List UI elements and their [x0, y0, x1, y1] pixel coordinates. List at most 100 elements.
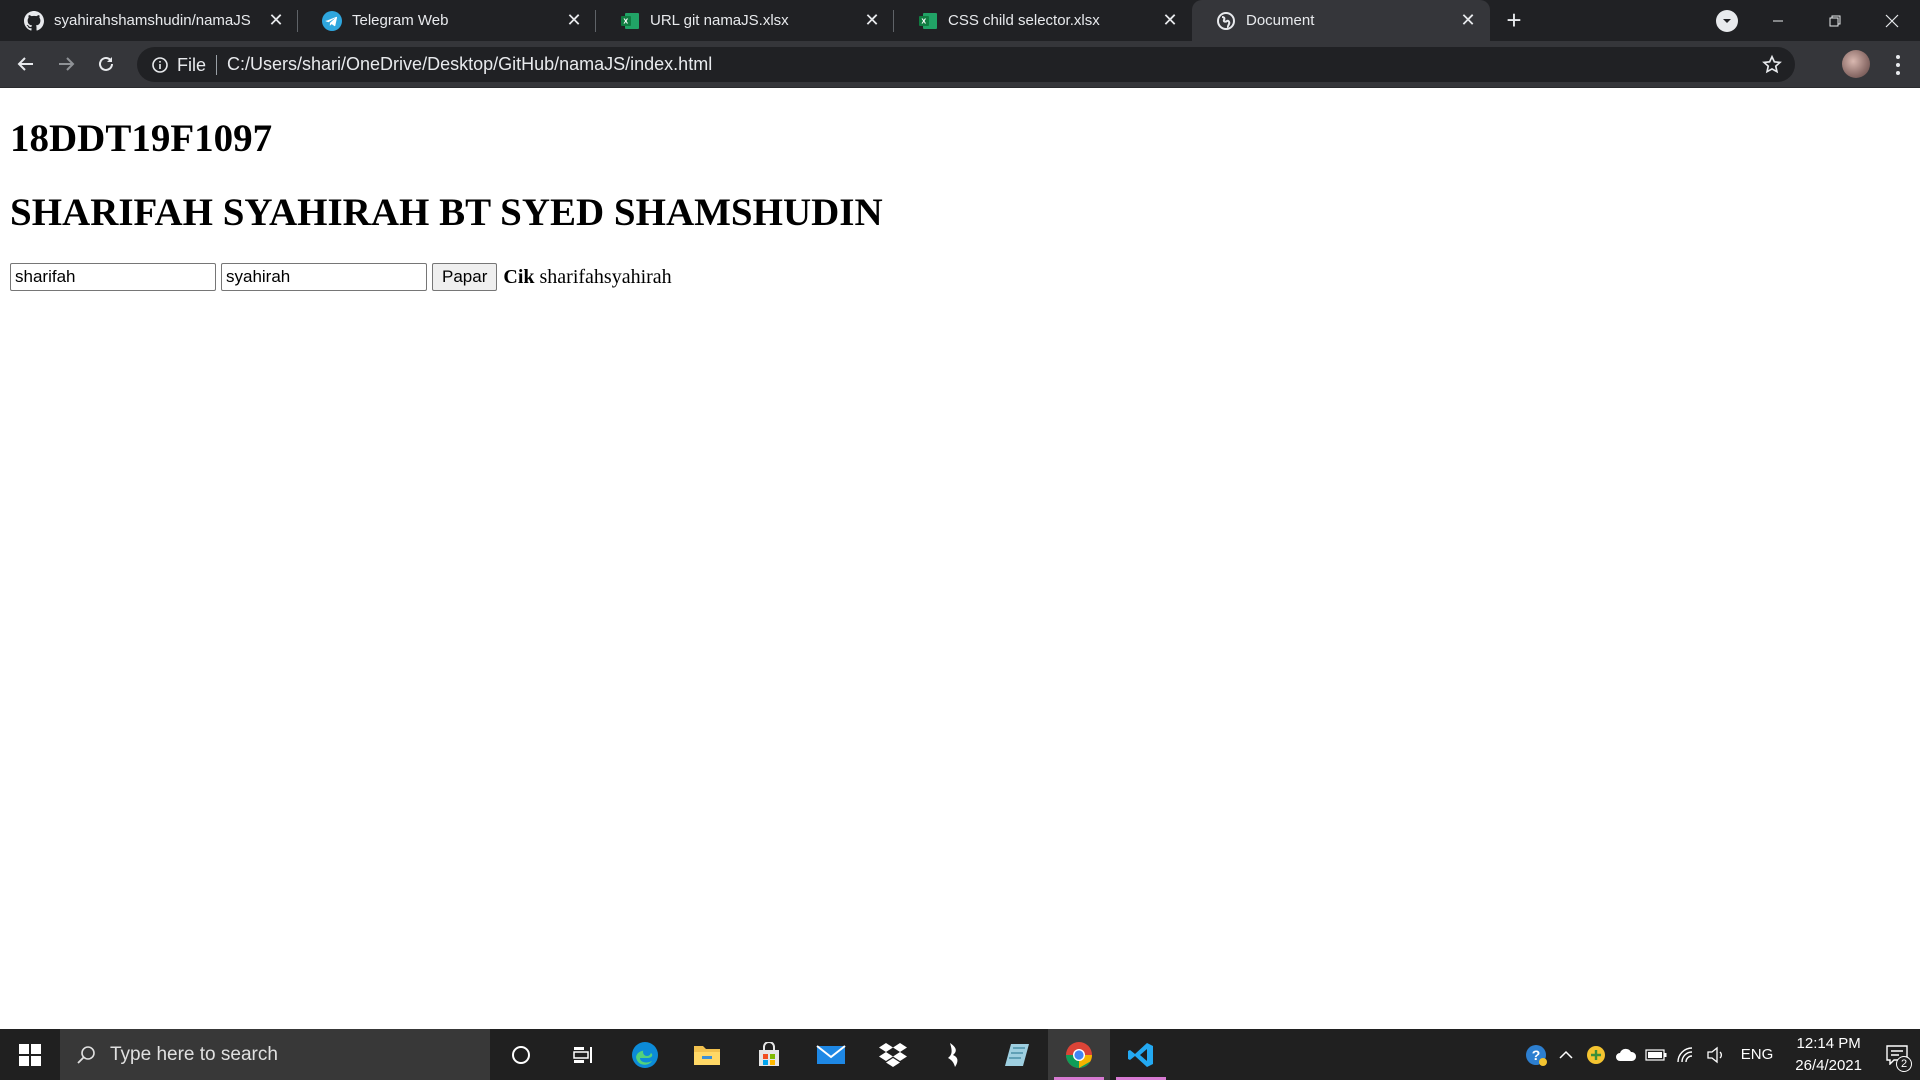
battery-tray-button[interactable] — [1641, 1029, 1671, 1080]
close-icon[interactable]: ✕ — [1458, 10, 1478, 31]
dot — [1896, 71, 1900, 75]
help-tray-button[interactable]: ? — [1521, 1029, 1551, 1080]
clock-date: 26/4/2021 — [1795, 1056, 1862, 1074]
tab-search-button[interactable] — [1716, 10, 1738, 32]
new-tab-button[interactable]: + — [1494, 0, 1534, 41]
close-icon[interactable]: ✕ — [1160, 10, 1180, 31]
store-bag-icon — [759, 1041, 779, 1066]
search-icon — [77, 1045, 95, 1064]
edge-icon — [632, 1041, 658, 1068]
excel-icon — [620, 11, 640, 31]
chrome-app[interactable] — [1048, 1029, 1110, 1080]
clock[interactable]: 12:14 PM 26/4/2021 — [1783, 1033, 1874, 1077]
close-icon — [1885, 14, 1898, 27]
tab-title: CSS child selector.xlsx — [948, 12, 1100, 29]
svg-text:?: ? — [1531, 1047, 1540, 1063]
search-placeholder: Type here to search — [110, 1043, 278, 1065]
globe-icon — [1216, 11, 1236, 31]
dot — [1896, 55, 1900, 59]
window-controls — [1749, 0, 1920, 41]
notepad-icon — [1005, 1043, 1029, 1066]
bookmark-star-icon[interactable] — [1761, 54, 1783, 76]
tab-github[interactable]: syahirahshamshudin/namaJS ✕ — [0, 0, 298, 41]
url-scheme-label: File — [177, 54, 218, 75]
back-arrow-icon — [17, 57, 33, 71]
edge-app[interactable] — [614, 1029, 676, 1080]
back-button[interactable] — [6, 44, 46, 84]
system-tray: ? ENG 12:14 PM 26/4/2021 2 — [1521, 1029, 1920, 1080]
close-icon[interactable]: ✕ — [862, 10, 882, 31]
close-icon[interactable]: ✕ — [564, 10, 584, 31]
telegram-icon — [322, 10, 342, 31]
forward-button[interactable] — [46, 44, 86, 84]
tab-telegram[interactable]: Telegram Web ✕ — [298, 0, 596, 41]
excel-icon — [918, 11, 938, 31]
minimize-button[interactable] — [1749, 0, 1806, 41]
store-app[interactable] — [738, 1029, 800, 1080]
student-name-heading: SHARIFAH SYAHIRAH BT SYED SHAMSHUDIN — [10, 191, 883, 234]
address-bar[interactable]: File C:/Users/shari/OneDrive/Desktop/Git… — [137, 47, 1795, 82]
reload-icon — [99, 56, 113, 71]
task-view-icon — [573, 1046, 592, 1063]
output-text: sharifahsyahirah — [539, 265, 672, 288]
url-text[interactable]: C:/Users/shari/OneDrive/Desktop/GitHub/n… — [217, 54, 712, 75]
clock-time: 12:14 PM — [1796, 1034, 1861, 1052]
last-name-input[interactable] — [221, 263, 427, 291]
bolt-icon — [948, 1042, 958, 1067]
restore-icon — [1829, 15, 1840, 26]
dropbox-app[interactable] — [862, 1029, 924, 1080]
profile-avatar[interactable] — [1842, 50, 1870, 78]
plus-circle-icon — [1586, 1045, 1605, 1064]
browser-menu-button[interactable] — [1890, 53, 1906, 77]
taskbar-search-box[interactable]: Type here to search — [60, 1029, 490, 1080]
close-icon[interactable]: ✕ — [266, 10, 286, 31]
windows-taskbar: Type here to search ? ENG 12:14 PM 26/4/… — [0, 1029, 1920, 1080]
web-page: 18DDT19F1097 SHARIFAH SYAHIRAH BT SYED S… — [0, 89, 1920, 1029]
forward-arrow-icon — [59, 57, 75, 71]
papar-button[interactable]: Papar — [432, 263, 498, 291]
mail-icon — [816, 1044, 846, 1064]
start-button[interactable] — [0, 1029, 60, 1080]
browser-tab-strip: syahirahshamshudin/namaJS ✕ Telegram Web… — [0, 0, 1920, 41]
mail-app[interactable] — [800, 1029, 862, 1080]
wifi-icon — [1677, 1046, 1692, 1062]
network-tray-button[interactable] — [1671, 1029, 1701, 1080]
tab-document[interactable]: Document ✕ — [1192, 0, 1490, 41]
first-name-input[interactable] — [10, 263, 216, 291]
chevron-up-icon — [1559, 1050, 1573, 1059]
app-tray-button[interactable] — [1581, 1029, 1611, 1080]
vscode-app[interactable] — [1110, 1029, 1172, 1080]
help-icon: ? — [1525, 1044, 1547, 1066]
notification-count-badge: 2 — [1896, 1056, 1912, 1072]
name-form: Papar Cik sharifahsyahirah — [10, 263, 672, 291]
tab-title: syahirahshamshudin/namaJS — [54, 12, 251, 29]
restore-button[interactable] — [1806, 0, 1863, 41]
taskbar-apps — [490, 1029, 1172, 1080]
language-indicator[interactable]: ENG — [1731, 1046, 1784, 1063]
tab-css-child-selector-xlsx[interactable]: CSS child selector.xlsx ✕ — [894, 0, 1192, 41]
volume-tray-button[interactable] — [1701, 1029, 1731, 1080]
folder-icon — [694, 1045, 720, 1065]
tab-url-git-xlsx[interactable]: URL git namaJS.xlsx ✕ — [596, 0, 894, 41]
close-window-button[interactable] — [1863, 0, 1920, 41]
tab-title: Document — [1246, 12, 1315, 29]
task-view-button[interactable] — [552, 1029, 614, 1080]
student-id-heading: 18DDT19F1097 — [10, 117, 273, 160]
dot — [1896, 63, 1900, 67]
info-icon[interactable] — [151, 56, 169, 74]
vscode-icon — [1128, 1042, 1153, 1067]
action-center-button[interactable]: 2 — [1874, 1029, 1920, 1080]
dropbox-icon — [879, 1042, 907, 1067]
windows-logo-icon — [19, 1043, 41, 1066]
notepad-app[interactable] — [986, 1029, 1048, 1080]
tab-title: Telegram Web — [352, 12, 449, 29]
show-hidden-icons-button[interactable] — [1551, 1029, 1581, 1080]
browser-toolbar: File C:/Users/shari/OneDrive/Desktop/Git… — [0, 41, 1920, 88]
minimize-icon — [1772, 20, 1783, 21]
file-explorer-app[interactable] — [676, 1029, 738, 1080]
sway-app[interactable] — [924, 1029, 986, 1080]
cortana-button[interactable] — [490, 1029, 552, 1080]
speaker-icon — [1707, 1046, 1722, 1063]
reload-button[interactable] — [86, 44, 126, 84]
onedrive-tray-button[interactable] — [1611, 1029, 1641, 1080]
